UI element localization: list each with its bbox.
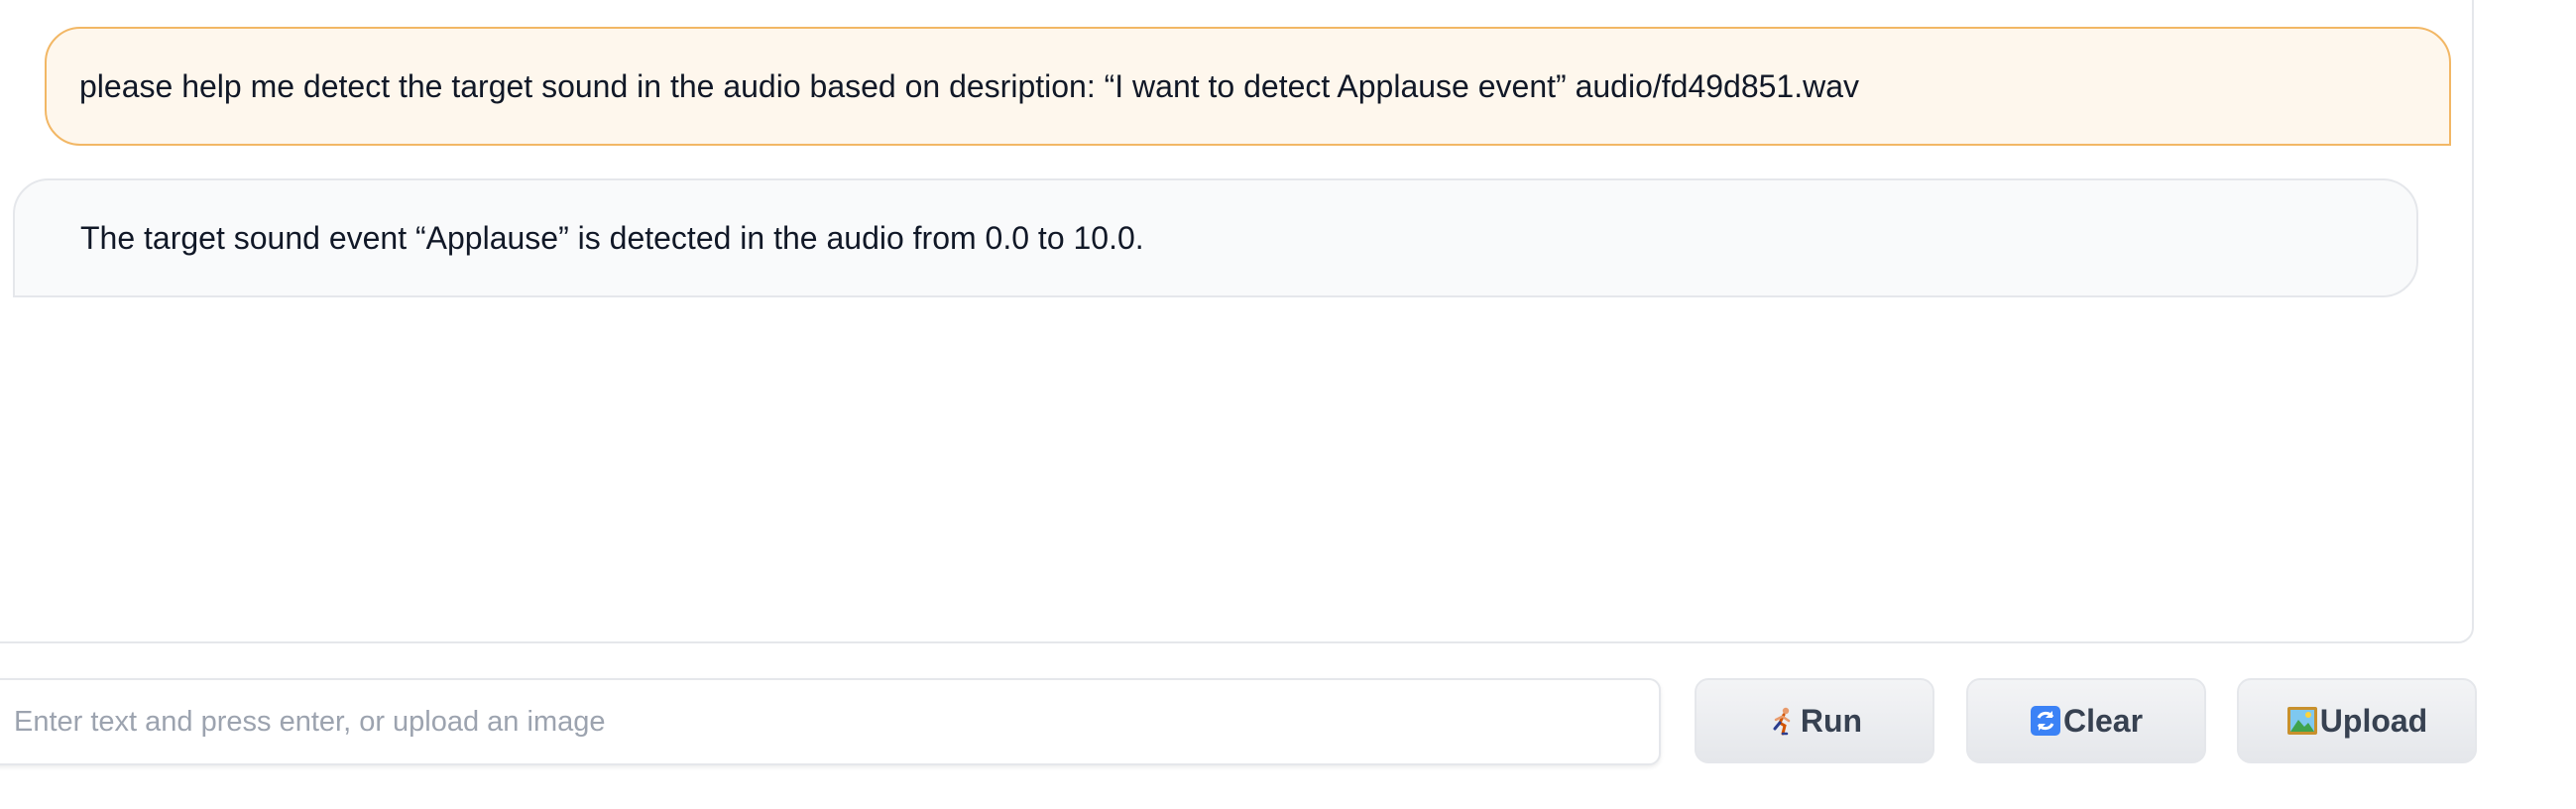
run-button-label: Run [1800,702,1863,739]
running-person-icon [1773,707,1791,736]
clear-button-label: Clear [2062,702,2144,739]
clear-button[interactable]: Clear [1966,678,2206,763]
message-input-box[interactable] [0,678,1661,765]
upload-button[interactable]: Upload [2237,678,2477,763]
assistant-message: The target sound event “Applause” is det… [13,178,2418,297]
upload-button-label: Upload [2319,702,2428,739]
user-message: please help me detect the target sound i… [45,27,2451,146]
user-message-text: please help me detect the target sound i… [79,67,1860,104]
assistant-message-text: The target sound event “Applause” is det… [80,219,1144,256]
message-input[interactable] [12,704,1659,740]
framed-picture-icon [2286,707,2317,735]
run-button[interactable]: Run [1695,678,1934,763]
refresh-icon [2030,706,2060,736]
